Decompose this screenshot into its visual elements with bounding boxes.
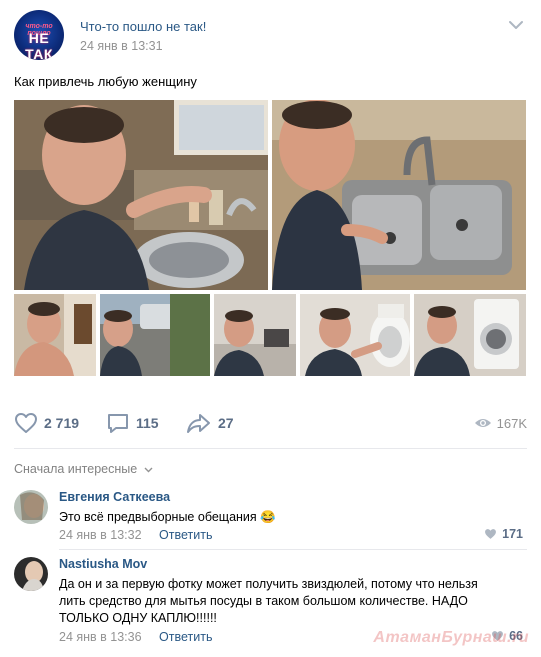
watermark: АтаманБурнаш.ru	[373, 629, 529, 646]
post-header: что-то пошло НЕ ТАК Что-то пошло не так!…	[14, 10, 527, 62]
comment-author-link[interactable]: Евгения Саткеева	[59, 490, 170, 504]
post-photo-6[interactable]	[300, 294, 410, 376]
comment-avatar[interactable]	[14, 490, 48, 524]
likes-count: 2 719	[44, 415, 80, 431]
group-avatar[interactable]: что-то пошло НЕ ТАК	[14, 10, 64, 60]
comment-author-link[interactable]: Nastiusha Mov	[59, 557, 147, 571]
comment-time[interactable]: 24 янв в 13:36	[59, 630, 142, 644]
views-counter: 167K	[474, 410, 527, 436]
comment-avatar[interactable]	[14, 557, 48, 591]
post-photo-7[interactable]	[414, 294, 526, 376]
comments-sort-dropdown[interactable]: Сначала интересные	[14, 462, 153, 476]
comment-text-line: Да он и за первую фотку может получить з…	[59, 577, 478, 591]
post-text: Как привлечь любую женщину	[14, 74, 197, 89]
comment-time[interactable]: 24 янв в 13:32	[59, 528, 142, 542]
comment-button[interactable]: 115	[106, 410, 159, 436]
comment-item: Евгения Саткеева Это всё предвыборные об…	[14, 490, 527, 548]
post-actions: 2 719 115 27 167K	[14, 410, 527, 436]
reply-button[interactable]: Ответить	[159, 528, 212, 542]
comment-icon	[108, 414, 128, 433]
post-photo-1[interactable]	[14, 100, 268, 290]
group-name-link[interactable]: Что-то пошло не так!	[80, 19, 206, 34]
chevron-down-icon[interactable]	[509, 20, 523, 30]
avatar-logo-main: НЕ ТАК	[25, 30, 53, 60]
post-photo-3[interactable]	[14, 294, 96, 376]
post-time[interactable]: 24 янв в 13:31	[80, 39, 163, 53]
comment-like-button[interactable]: 171	[484, 527, 523, 541]
reply-button[interactable]: Ответить	[159, 630, 212, 644]
divider	[59, 549, 527, 550]
comment-text: Это всё предвыборные обещания 😂	[59, 510, 276, 524]
heart-icon	[15, 413, 37, 433]
post-photo-4[interactable]	[100, 294, 210, 376]
comment-likes-count: 171	[502, 527, 523, 541]
views-count: 167K	[496, 415, 527, 431]
comment-meta: 24 янв в 13:32 Ответить	[59, 528, 212, 542]
eye-icon	[474, 419, 491, 427]
share-button[interactable]: 27	[186, 410, 234, 436]
post-photo-5[interactable]	[214, 294, 296, 376]
comment-meta: 24 янв в 13:36 Ответить	[59, 630, 212, 644]
shares-count: 27	[218, 415, 234, 431]
heart-icon	[485, 529, 497, 539]
like-button[interactable]: 2 719	[14, 410, 79, 436]
divider	[14, 448, 527, 449]
comment-text-line: ТОЛЬКО ОДНУ КАПЛЮ!!!!!!	[59, 611, 217, 625]
post-photo-2[interactable]	[272, 100, 526, 290]
chevron-down-icon	[144, 467, 153, 473]
comments-sort-label: Сначала интересные	[14, 462, 138, 476]
comments-count: 115	[136, 415, 159, 431]
comment-text-line: лить средство для мытья посуды в таком б…	[59, 594, 468, 608]
share-icon	[187, 414, 210, 433]
